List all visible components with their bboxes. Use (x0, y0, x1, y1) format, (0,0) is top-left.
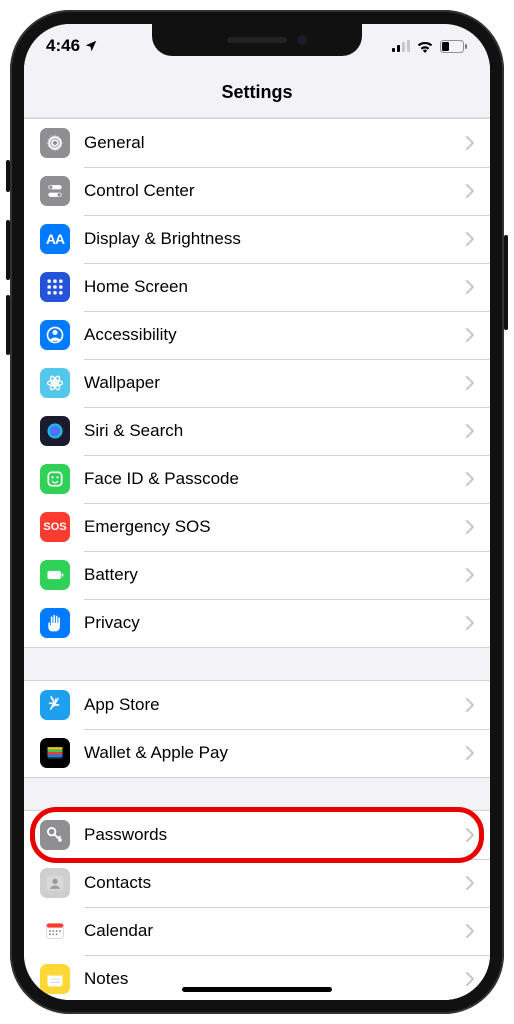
chevron-right-icon (466, 746, 490, 760)
row-label: Emergency SOS (84, 517, 466, 537)
chevron-right-icon (466, 232, 490, 246)
settings-group: Passwords Contacts Calendar Notes (24, 810, 490, 1000)
row-label: App Store (84, 695, 466, 715)
settings-row-sos[interactable]: SOS Emergency SOS (24, 503, 490, 551)
settings-list[interactable]: General Control Center AA Display & Brightn… (24, 118, 490, 1000)
row-label: Battery (84, 565, 466, 585)
chevron-right-icon (466, 972, 490, 986)
row-label: Accessibility (84, 325, 466, 345)
key-icon (40, 820, 70, 850)
row-label: Face ID & Passcode (84, 469, 466, 489)
settings-row-privacy[interactable]: Privacy (24, 599, 490, 647)
aa-icon: AA (40, 224, 70, 254)
row-label: General (84, 133, 466, 153)
settings-row-app-store[interactable]: App Store (24, 681, 490, 729)
person-circle-icon (40, 320, 70, 350)
row-label: Privacy (84, 613, 466, 633)
row-label: Calendar (84, 921, 466, 941)
switches-icon (40, 176, 70, 206)
settings-row-general[interactable]: General (24, 119, 490, 167)
chevron-right-icon (466, 472, 490, 486)
phone-frame: 4:46 (10, 10, 504, 1014)
location-arrow-icon (84, 39, 98, 53)
gear-icon (40, 128, 70, 158)
chevron-right-icon (466, 616, 490, 630)
row-label: Control Center (84, 181, 466, 201)
home-indicator[interactable] (182, 987, 332, 992)
row-label: Wallet & Apple Pay (84, 743, 466, 763)
row-label: Contacts (84, 873, 466, 893)
siri-icon (40, 416, 70, 446)
grid-icon (40, 272, 70, 302)
settings-row-home-screen[interactable]: Home Screen (24, 263, 490, 311)
navbar: Settings (24, 68, 490, 118)
wifi-icon (416, 40, 434, 53)
face-icon (40, 464, 70, 494)
notch (152, 24, 362, 56)
settings-row-passwords[interactable]: Passwords (24, 811, 490, 859)
settings-row-contacts[interactable]: Contacts (24, 859, 490, 907)
chevron-right-icon (466, 424, 490, 438)
chevron-right-icon (466, 828, 490, 842)
notes-icon (40, 964, 70, 994)
row-label: Passwords (84, 825, 466, 845)
settings-row-siri[interactable]: Siri & Search (24, 407, 490, 455)
settings-row-wallpaper[interactable]: Wallpaper (24, 359, 490, 407)
settings-row-battery[interactable]: Battery (24, 551, 490, 599)
sos-icon: SOS (40, 512, 70, 542)
cellular-icon (392, 40, 410, 52)
settings-row-accessibility[interactable]: Accessibility (24, 311, 490, 359)
settings-row-notes[interactable]: Notes (24, 955, 490, 1000)
chevron-right-icon (466, 376, 490, 390)
chevron-right-icon (466, 328, 490, 342)
calendar-icon (40, 916, 70, 946)
page-title: Settings (221, 82, 292, 103)
chevron-right-icon (466, 924, 490, 938)
screen: 4:46 (24, 24, 490, 1000)
appstore-icon (40, 690, 70, 720)
row-label: Siri & Search (84, 421, 466, 441)
battery-icon (440, 40, 468, 53)
hand-icon (40, 608, 70, 638)
chevron-right-icon (466, 568, 490, 582)
chevron-right-icon (466, 184, 490, 198)
chevron-right-icon (466, 136, 490, 150)
settings-row-control-center[interactable]: Control Center (24, 167, 490, 215)
settings-group: General Control Center AA Display & Brightn… (24, 118, 490, 648)
row-label: Display & Brightness (84, 229, 466, 249)
settings-row-faceid[interactable]: Face ID & Passcode (24, 455, 490, 503)
flower-icon (40, 368, 70, 398)
chevron-right-icon (466, 698, 490, 712)
settings-row-wallet[interactable]: Wallet & Apple Pay (24, 729, 490, 777)
chevron-right-icon (466, 876, 490, 890)
chevron-right-icon (466, 520, 490, 534)
settings-row-display[interactable]: AA Display & Brightness (24, 215, 490, 263)
row-label: Notes (84, 969, 466, 989)
chevron-right-icon (466, 280, 490, 294)
row-label: Home Screen (84, 277, 466, 297)
contacts-icon (40, 868, 70, 898)
wallet-icon (40, 738, 70, 768)
settings-group: App Store Wallet & Apple Pay (24, 680, 490, 778)
status-time: 4:46 (46, 36, 80, 56)
settings-row-calendar[interactable]: Calendar (24, 907, 490, 955)
battery-icon (40, 560, 70, 590)
row-label: Wallpaper (84, 373, 466, 393)
